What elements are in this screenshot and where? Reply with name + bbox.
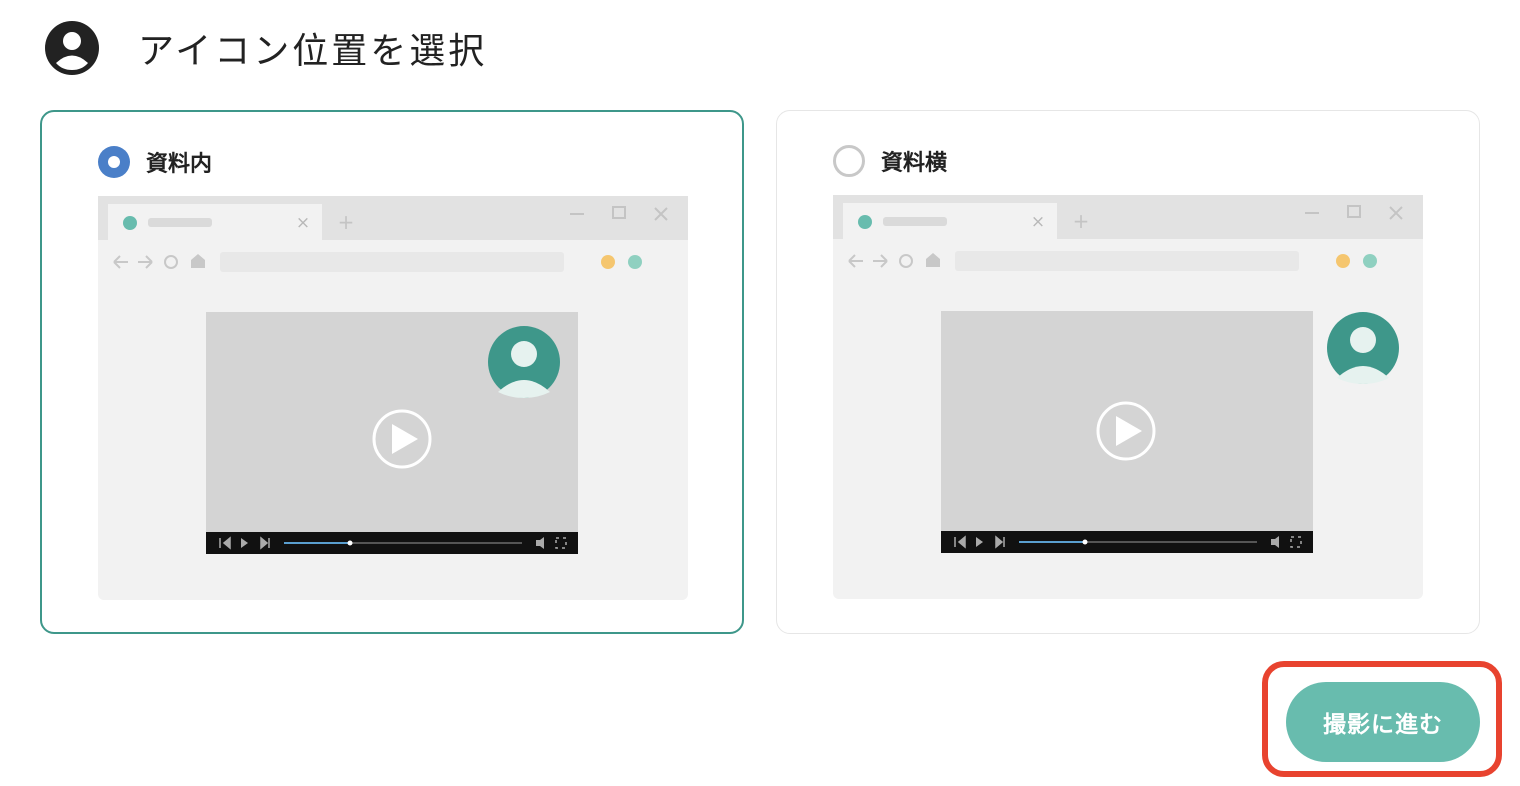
option-card-inside[interactable]: 資料内 × +: [40, 110, 744, 634]
option-card-beside[interactable]: 資料横 × +: [776, 110, 1480, 634]
user-circle-icon: [45, 21, 99, 75]
option-inside-label: 資料内: [146, 152, 213, 177]
svg-text:×: ×: [1031, 212, 1045, 232]
svg-text:+: +: [338, 210, 355, 234]
svg-text:×: ×: [296, 213, 310, 233]
page-header: アイコン位置を選択: [44, 20, 487, 76]
proceed-to-recording-button[interactable]: 撮影に進む: [1286, 682, 1480, 762]
radio-beside[interactable]: [833, 145, 865, 177]
option-beside[interactable]: 資料横: [833, 145, 947, 177]
preview-inside: × +: [98, 196, 688, 600]
page-title: アイコン位置を選択: [138, 31, 488, 72]
option-inside[interactable]: 資料内: [98, 146, 212, 178]
preview-beside: × +: [833, 195, 1423, 599]
option-beside-label: 資料横: [881, 151, 948, 176]
svg-text:+: +: [1073, 209, 1090, 233]
radio-inside[interactable]: [98, 146, 130, 178]
